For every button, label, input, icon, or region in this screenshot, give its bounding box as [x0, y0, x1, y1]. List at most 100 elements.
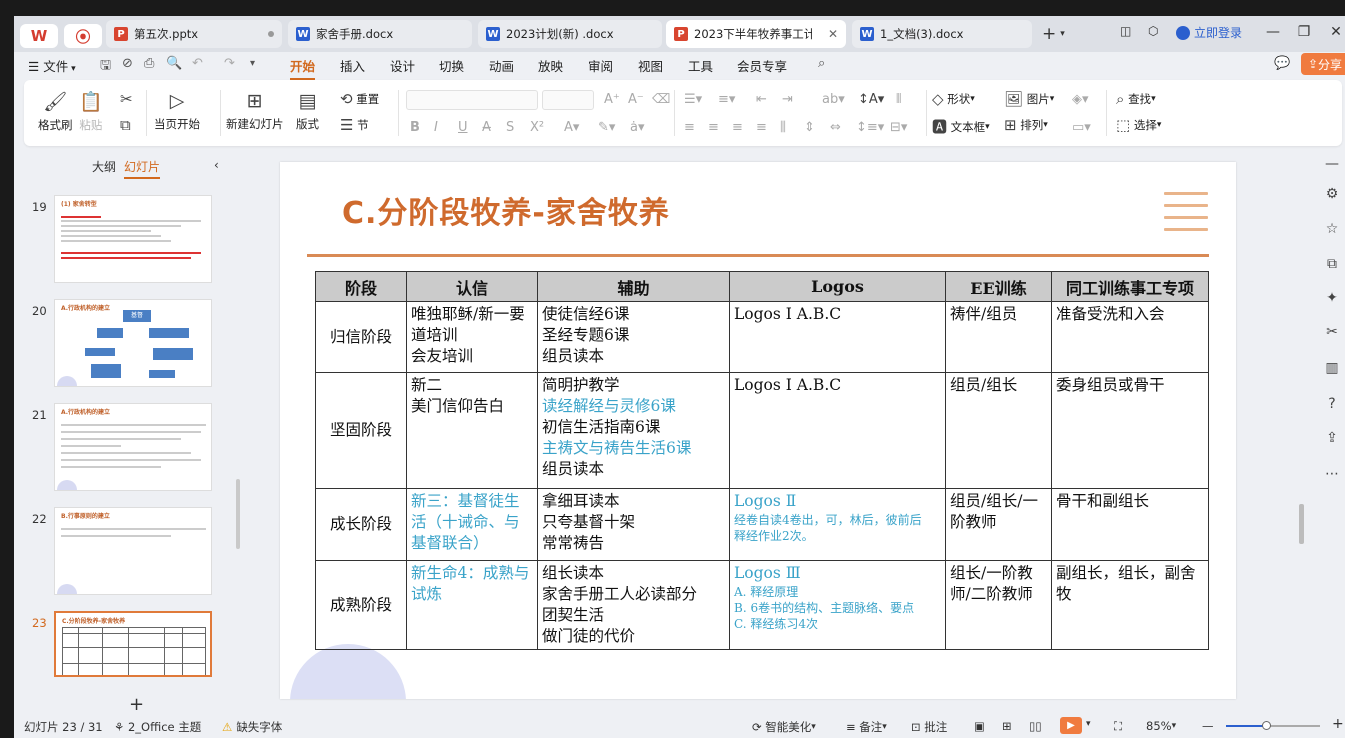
slide-title[interactable]: C.分阶段牧养-家舍牧养: [342, 188, 670, 232]
justify-icon[interactable]: ≡: [756, 120, 767, 135]
tab-file-2[interactable]: W 家舍手册.docx: [288, 20, 472, 48]
highlight-icon[interactable]: ✎▾: [598, 120, 615, 135]
shape-button[interactable]: ◇ 形状 ▾: [932, 90, 975, 108]
help-icon[interactable]: ?: [1320, 396, 1344, 412]
link-icon[interactable]: ⊘: [122, 56, 133, 71]
cut-button[interactable]: ✂: [120, 90, 133, 108]
columns-icon[interactable]: ⫴: [896, 92, 901, 107]
tab-slideshow[interactable]: 放映: [538, 56, 563, 75]
decrease-indent-icon[interactable]: ⇤: [756, 92, 767, 107]
canvas-scrollbar[interactable]: [1299, 504, 1304, 544]
star-icon[interactable]: ☆: [1320, 221, 1344, 237]
search-icon[interactable]: ⌕: [818, 56, 825, 71]
missing-font-button[interactable]: ⚠ 缺失字体: [222, 719, 282, 735]
picture-button[interactable]: 🖼 图片 ▾: [1004, 90, 1054, 108]
align-text-icon[interactable]: ⇕: [804, 120, 815, 135]
tab-file-4-active[interactable]: P 2023下半年牧养事工计划 ✕: [666, 20, 846, 48]
play-from-current-button[interactable]: ▷ 当页开始: [154, 90, 200, 132]
textbox-button[interactable]: 🅰 文本框 ▾: [932, 116, 990, 137]
tab-file-1[interactable]: P 第五次.pptx: [106, 20, 282, 48]
tools-icon[interactable]: ✂: [1320, 324, 1344, 340]
share-button[interactable]: ⇪ 分享: [1301, 53, 1345, 75]
file-menu[interactable]: ☰ 文件 ▾: [28, 56, 76, 75]
tab-review[interactable]: 审阅: [588, 56, 613, 75]
shrink-font-icon[interactable]: A⁻: [628, 92, 644, 107]
book-icon[interactable]: ▥: [1320, 360, 1344, 376]
phonetic-icon[interactable]: ȧ▾: [630, 120, 645, 135]
customize-chevron-icon[interactable]: ▾: [250, 58, 255, 69]
fill-icon[interactable]: ◈▾: [1072, 92, 1089, 107]
zoom-out-button[interactable]: —: [1202, 719, 1214, 733]
slides-tab[interactable]: 幻灯片: [124, 158, 161, 179]
copy-button[interactable]: ⧉: [120, 116, 131, 134]
vertical-align-icon[interactable]: ⊟▾: [890, 120, 907, 135]
paragraph-spacing-icon[interactable]: ↕≡▾: [856, 120, 884, 135]
layout-button[interactable]: ▤ 版式: [296, 90, 319, 132]
section-button[interactable]: ☰ 节: [340, 116, 369, 134]
cube-icon[interactable]: ⬡: [1148, 24, 1158, 38]
increase-indent-icon[interactable]: ⇥: [782, 92, 793, 107]
restore-button[interactable]: ❐: [1294, 24, 1314, 40]
transform-icon[interactable]: ⧉: [1320, 256, 1344, 272]
italic-icon[interactable]: I: [434, 120, 438, 135]
tab-member[interactable]: 会员专享: [737, 56, 787, 75]
chevron-down-icon[interactable]: ▾: [1086, 719, 1091, 729]
tab-view[interactable]: 视图: [638, 56, 663, 75]
smart-beautify-button[interactable]: ⟳ 智能美化 ▾: [752, 719, 816, 735]
tab-animations[interactable]: 动画: [489, 56, 514, 75]
tab-home[interactable]: 开始: [290, 56, 316, 80]
collapse-panel-icon[interactable]: ‹: [214, 158, 219, 172]
slide-thumbnail-22[interactable]: B.行事原则的建立: [54, 507, 212, 595]
login-button[interactable]: 立即登录: [1176, 24, 1242, 41]
zoom-slider-knob[interactable]: [1262, 721, 1272, 730]
text-direction-icon[interactable]: ab▾: [822, 92, 845, 107]
outline-icon[interactable]: ▭▾: [1072, 120, 1091, 135]
paste-button[interactable]: 📋 粘贴: [79, 90, 103, 133]
slide-thumbnail-19[interactable]: (1) 家舍转型: [54, 195, 212, 283]
font-color-icon[interactable]: A▾: [564, 120, 579, 135]
reading-view-icon[interactable]: ▯▯: [1029, 719, 1042, 733]
font-size-select[interactable]: [542, 90, 594, 110]
add-slide-button[interactable]: +: [129, 694, 144, 715]
slide-thumbnail-23[interactable]: C.分阶段牧养-家舍牧养: [54, 611, 212, 677]
layout-icon[interactable]: ◫: [1120, 24, 1131, 38]
wps-logo-button[interactable]: W: [20, 24, 58, 48]
minimize-button[interactable]: —: [1263, 24, 1283, 40]
new-slide-button[interactable]: ⊞ 新建幻灯片: [226, 90, 284, 132]
bold-icon[interactable]: B: [410, 120, 420, 135]
select-button[interactable]: ⬚ 选择 ▾: [1116, 116, 1161, 134]
slide-thumbnail-21[interactable]: A.行政机构的建立: [54, 403, 212, 491]
tab-file-5[interactable]: W 1_文档(3).docx: [852, 20, 1032, 48]
collapse-icon[interactable]: —: [1320, 156, 1344, 172]
clear-format-icon[interactable]: ⌫: [652, 92, 670, 107]
save-icon[interactable]: 🖫: [100, 56, 111, 78]
print-preview-icon[interactable]: 🔍: [166, 56, 182, 71]
tab-file-3[interactable]: W 2023计划(新) .docx: [478, 20, 662, 48]
font-name-select[interactable]: [406, 90, 538, 110]
comment-bubble-icon[interactable]: 💬: [1274, 56, 1290, 71]
panel-scrollbar[interactable]: [236, 479, 240, 549]
slideshow-play-button[interactable]: ▶: [1060, 717, 1082, 734]
close-tab-icon[interactable]: ✕: [828, 27, 838, 41]
line-spacing-icon[interactable]: ↕A▾: [858, 92, 884, 107]
grow-font-icon[interactable]: A⁺: [604, 92, 620, 107]
reset-button[interactable]: ⟲ 重置: [340, 90, 379, 108]
superscript-icon[interactable]: X²: [530, 120, 544, 135]
bullets-icon[interactable]: ☰▾: [684, 92, 702, 107]
comments-button[interactable]: ⊡ 批注: [911, 719, 947, 735]
pdf-tool-button[interactable]: ⦿: [64, 24, 102, 48]
undo-icon[interactable]: ↶: [192, 56, 203, 71]
arrange-button[interactable]: ⊞ 排列 ▾: [1004, 116, 1048, 134]
zoom-in-button[interactable]: +: [1332, 716, 1344, 732]
zoom-level[interactable]: 85% ▾: [1146, 719, 1176, 733]
align-left-icon[interactable]: ≡: [684, 120, 695, 135]
stage-table[interactable]: 阶段 认信 辅助 Logos EE训练 同工训练事工专项 归信阶段 唯独耶稣/新一…: [315, 271, 1209, 650]
redo-icon[interactable]: ↷: [224, 56, 235, 71]
sorter-view-icon[interactable]: ⊞: [1002, 719, 1012, 733]
text-wrap-icon[interactable]: ⇔: [830, 120, 841, 135]
new-tab-button[interactable]: + ▾: [1042, 24, 1065, 44]
distribute-icon[interactable]: ⫼: [780, 120, 786, 135]
fit-window-icon[interactable]: ⛶: [1114, 719, 1122, 734]
strikethrough-icon[interactable]: A̶: [482, 120, 491, 135]
close-window-button[interactable]: ✕: [1326, 24, 1345, 40]
